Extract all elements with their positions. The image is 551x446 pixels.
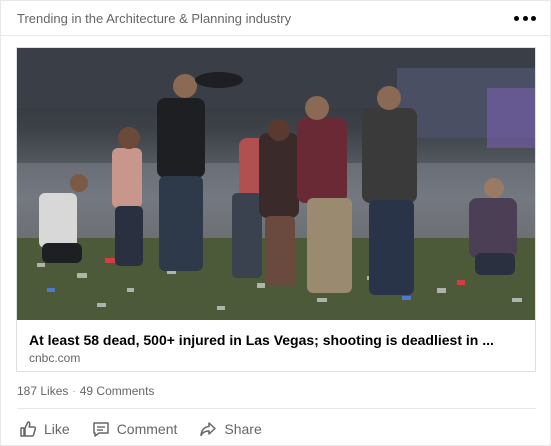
action-bar: Like Comment Share (19, 419, 284, 439)
share-arrow-icon (199, 420, 217, 438)
more-options-icon[interactable] (514, 12, 536, 24)
divider (17, 408, 536, 409)
article-title[interactable]: At least 58 dead, 500+ injured in Las Ve… (29, 332, 529, 348)
article-source: cnbc.com (29, 351, 81, 365)
article-text-block: At least 58 dead, 500+ injured in Las Ve… (17, 320, 535, 371)
social-counts: 187 Likes · 49 Comments (17, 384, 154, 398)
trending-header-text: Trending in the Architecture & Planning … (17, 11, 292, 26)
like-button[interactable]: Like (19, 420, 70, 438)
comments-count[interactable]: 49 Comments (80, 384, 155, 398)
comment-icon (92, 420, 110, 438)
card-header: Trending in the Architecture & Planning … (1, 1, 550, 36)
article-image (17, 48, 535, 320)
stats-separator: · (72, 385, 76, 397)
share-button[interactable]: Share (199, 420, 262, 438)
feed-card: Trending in the Architecture & Planning … (0, 0, 551, 446)
share-label: Share (224, 421, 262, 437)
comment-label: Comment (116, 421, 178, 437)
likes-count[interactable]: 187 Likes (17, 384, 68, 398)
thumbs-up-icon (19, 420, 37, 438)
comment-button[interactable]: Comment (92, 420, 178, 438)
article-link[interactable]: At least 58 dead, 500+ injured in Las Ve… (16, 47, 536, 372)
like-label: Like (44, 421, 70, 437)
